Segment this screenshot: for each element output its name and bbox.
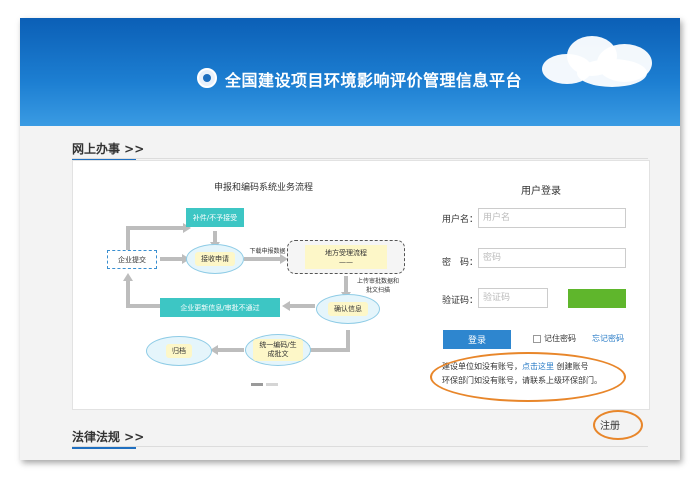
flow-node-update: 企业更新信息/审批不通过	[160, 298, 280, 317]
carousel-dot-active[interactable]	[251, 383, 263, 386]
highlight-ellipse	[430, 352, 626, 402]
flow-label-upload: 上传审批数据和 批文扫描	[356, 278, 399, 294]
flow-node-submit: 企业提交	[107, 250, 157, 269]
flow-node-unified: 统一编码/生 成批文	[245, 334, 311, 366]
divider	[72, 446, 648, 447]
captcha-label: 验证码：	[442, 296, 479, 306]
flow-node-archive: 归档	[146, 336, 212, 366]
carousel-dot[interactable]	[266, 383, 278, 386]
remember-label: 记住密码	[544, 334, 576, 343]
remember-checkbox[interactable]	[533, 335, 541, 343]
section-law-title[interactable]: 法律法规 >>	[72, 428, 144, 449]
password-input[interactable]: 密码	[478, 248, 626, 268]
flow-node-receive: 接收申请	[186, 244, 244, 274]
password-label: 密 码：	[442, 258, 479, 268]
captcha-image[interactable]	[568, 289, 626, 308]
flow-node-supplement: 补件/不予接受	[186, 208, 244, 227]
username-input[interactable]: 用户名	[478, 208, 626, 228]
username-label: 用户名：	[442, 215, 479, 225]
flow-label-download: 下载申报数据	[249, 247, 286, 255]
flow-node-confirm: 确认信息	[316, 294, 380, 324]
login-button[interactable]: 登录	[443, 330, 511, 349]
flow-node-local: 地方受理流程 ——	[287, 240, 405, 274]
captcha-input[interactable]: 验证码	[478, 288, 548, 308]
register-annotation: 注册	[600, 421, 620, 432]
login-title: 用户登录	[521, 186, 561, 197]
forgot-password-link[interactable]: 忘记密码	[592, 333, 624, 344]
